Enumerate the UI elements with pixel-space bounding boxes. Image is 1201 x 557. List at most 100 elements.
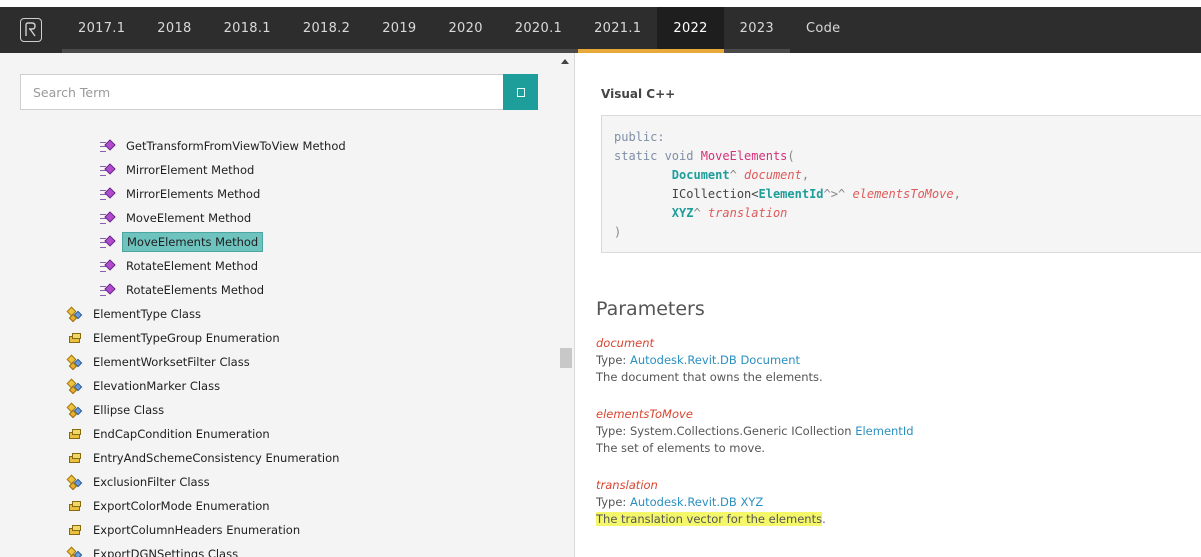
tree-item-entryandschemeconsistency[interactable]: EntryAndSchemeConsistency Enumeration [67, 448, 343, 468]
tree-item-mirrorelement[interactable]: MirrorElement Method [100, 160, 258, 180]
parameter-elementstomove: elementsToMove Type: System.Collections.… [596, 406, 914, 457]
tab-2020-1[interactable]: 2020.1 [498, 7, 579, 53]
enum-icon [67, 523, 83, 537]
syntax-code-block: public: static void MoveElements( Docume… [601, 115, 1201, 253]
tree-item-label: ElementTypeGroup Enumeration [93, 331, 280, 345]
method-icon [100, 259, 116, 273]
parameter-name: elementsToMove [596, 407, 693, 421]
class-icon [66, 378, 83, 395]
parameter-translation: translation Type: Autodesk.Revit.DB XYZ … [596, 477, 826, 528]
code-punct: ^ [729, 168, 745, 182]
class-icon [66, 474, 83, 491]
search-button[interactable] [503, 74, 538, 110]
tree-item-label: RotateElement Method [126, 259, 259, 273]
method-icon [100, 235, 116, 249]
revit-logo-icon [20, 18, 42, 42]
method-icon [100, 139, 116, 153]
tree-item-mirrorelements[interactable]: MirrorElements Method [100, 184, 264, 204]
enum-icon [67, 499, 83, 513]
method-icon [100, 163, 116, 177]
tab-code[interactable]: Code [790, 7, 856, 53]
type-link[interactable]: ElementId [855, 424, 913, 438]
code-punct: , [801, 168, 810, 182]
method-icon [100, 211, 116, 225]
tab-2019[interactable]: 2019 [366, 7, 433, 53]
parameters-heading: Parameters [596, 298, 705, 320]
tab-2020[interactable]: 2020 [432, 7, 499, 53]
tree-item-rotateelements[interactable]: RotateElements Method [100, 280, 268, 300]
tree-item-exportdgnsettings[interactable]: ExportDGNSettings Class [66, 544, 242, 557]
tree-item-label: ElementWorksetFilter Class [93, 355, 250, 369]
tree-item-exportcolumnheaders[interactable]: ExportColumnHeaders Enumeration [67, 520, 304, 540]
top-strip [0, 0, 1201, 7]
parameter-description: The document that owns the elements. [596, 370, 823, 384]
enum-icon [67, 451, 83, 465]
search-icon [516, 87, 525, 97]
tree-item-label: GetTransformFromViewToView Method [126, 139, 346, 153]
tab-2018-1[interactable]: 2018.1 [207, 7, 287, 53]
type-prefix: Type: [596, 495, 630, 509]
code-param: document [744, 168, 802, 182]
code-line: public: [614, 128, 1200, 147]
enum-icon [67, 331, 83, 345]
navigation-pane: GetTransformFromViewToView Method Mirror… [0, 53, 575, 557]
parameter-name: translation [596, 478, 658, 492]
code-type-link[interactable]: XYZ [672, 206, 694, 220]
class-icon [66, 354, 83, 371]
tree-item-label: MoveElement Method [126, 211, 252, 225]
tree-item-elementtype[interactable]: ElementType Class [66, 304, 205, 324]
tree-item-moveelement[interactable]: MoveElement Method [100, 208, 255, 228]
tree-item-label: ElevationMarker Class [93, 379, 221, 393]
parameter-type: Type: System.Collections.Generic ICollec… [596, 423, 914, 440]
parameter-type: Type: Autodesk.Revit.DB Document [596, 352, 823, 369]
tree-item-exclusionfilter[interactable]: ExclusionFilter Class [66, 472, 214, 492]
type-link[interactable]: Autodesk.Revit.DB Document [630, 353, 800, 367]
code-type-link[interactable]: ElementId [759, 187, 824, 201]
search-input[interactable] [20, 74, 503, 110]
tree-item-elementtypegroup[interactable]: ElementTypeGroup Enumeration [67, 328, 284, 348]
tree-item-exportcolormode[interactable]: ExportColorMode Enumeration [67, 496, 274, 516]
tab-2022[interactable]: 2022 [657, 7, 724, 53]
tree-item-label: MoveElements Method [122, 232, 264, 252]
tree-item-gettransformfromviewtoview[interactable]: GetTransformFromViewToView Method [100, 136, 350, 156]
tree-item-elementworksetfilter[interactable]: ElementWorksetFilter Class [66, 352, 254, 372]
tree-item-label: EntryAndSchemeConsistency Enumeration [93, 451, 340, 465]
tree-item-endcapcondition[interactable]: EndCapCondition Enumeration [67, 424, 274, 444]
tree-item-elevationmarker[interactable]: ElevationMarker Class [66, 376, 224, 396]
code-line: ICollection<ElementId^>^ elementsToMove, [614, 185, 1200, 204]
tab-2017-1[interactable]: 2017.1 [62, 7, 142, 53]
code-keyword: public: [614, 130, 665, 144]
code-punct: ^ [693, 206, 708, 220]
class-icon [66, 306, 83, 323]
tree-item-ellipse[interactable]: Ellipse Class [66, 400, 168, 420]
code-line: ) [614, 223, 1200, 242]
parameter-description: The translation vector for the elements. [596, 511, 826, 528]
tree-item-label: ExclusionFilter Class [93, 475, 210, 489]
type-link[interactable]: Autodesk.Revit.DB XYZ [630, 495, 763, 509]
language-label: Visual C++ [601, 87, 676, 101]
tree-item-label: Ellipse Class [93, 403, 165, 417]
tree-item-label: ExportColorMode Enumeration [93, 499, 270, 513]
parameter-type: Type: Autodesk.Revit.DB XYZ [596, 494, 826, 511]
tree-item-moveelements-selected[interactable]: MoveElements Method [100, 232, 264, 252]
code-line: XYZ^ translation [614, 204, 1200, 223]
tab-2021-1[interactable]: 2021.1 [578, 7, 658, 53]
tree-item-label: MirrorElements Method [126, 187, 261, 201]
enum-icon [67, 427, 83, 441]
tab-2018[interactable]: 2018 [141, 7, 208, 53]
top-navbar: 2017.1 2018 2018.1 2018.2 2019 2020 2020… [0, 7, 1201, 53]
site-logo[interactable] [0, 7, 62, 53]
code-type-link[interactable]: Document [672, 168, 730, 182]
scroll-up-arrow-icon[interactable] [561, 59, 569, 64]
tree-item-rotateelement[interactable]: RotateElement Method [100, 256, 262, 276]
parameter-name: document [596, 336, 655, 350]
scrollbar-thumb[interactable] [560, 348, 572, 368]
tree-item-label: EndCapCondition Enumeration [93, 427, 270, 441]
tab-2023[interactable]: 2023 [723, 7, 790, 53]
code-punct: ( [787, 149, 795, 163]
parameter-description: The set of elements to move. [596, 441, 766, 455]
code-line: static void MoveElements( [614, 147, 1200, 166]
parameter-document: document Type: Autodesk.Revit.DB Documen… [596, 335, 823, 386]
code-punct: ) [614, 225, 622, 239]
tab-2018-2[interactable]: 2018.2 [286, 7, 367, 53]
